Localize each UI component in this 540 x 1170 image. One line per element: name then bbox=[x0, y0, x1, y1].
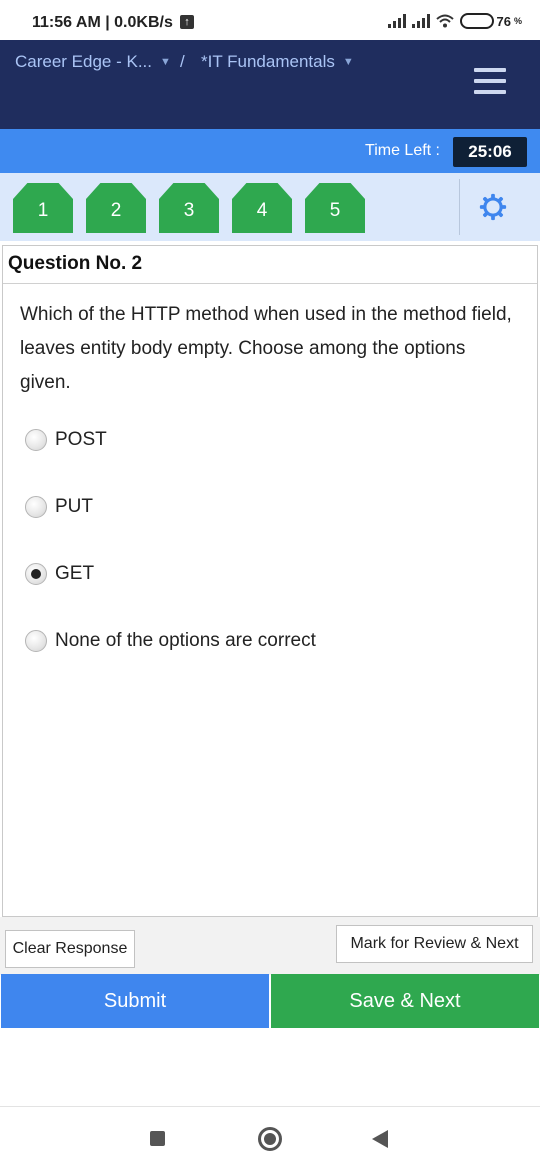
question-title: Question No. 2 bbox=[3, 246, 537, 284]
app-header: Career Edge - K... ▼ / *IT Fundamentals … bbox=[0, 40, 540, 129]
question-tab-1[interactable]: 1 bbox=[13, 183, 73, 233]
signal-icon bbox=[411, 14, 430, 28]
save-next-button[interactable]: Save & Next bbox=[271, 974, 539, 1028]
system-nav-bar bbox=[0, 1106, 540, 1170]
radio-button[interactable] bbox=[25, 496, 47, 518]
timer-bar: Time Left : 25:06 bbox=[0, 129, 540, 173]
option-label: POST bbox=[55, 429, 107, 450]
option-label: None of the options are correct bbox=[55, 630, 316, 651]
question-tab-5[interactable]: 5 bbox=[305, 183, 365, 233]
status-bar: 11:56 AM | 0.0KB/s ↑ 76% bbox=[0, 0, 540, 44]
status-time: 11:56 AM | 0.0KB/s bbox=[32, 14, 173, 31]
recent-apps-icon[interactable] bbox=[150, 1131, 165, 1146]
battery-indicator: 76% bbox=[459, 13, 522, 29]
battery-level: 76 bbox=[496, 13, 511, 29]
question-tab-4[interactable]: 4 bbox=[232, 183, 292, 233]
breadcrumb-section[interactable]: *IT Fundamentals ▼ bbox=[201, 52, 354, 72]
question-text: Which of the HTTP method when used in th… bbox=[20, 304, 512, 393]
breadcrumb-course-label: Career Edge - K... bbox=[15, 52, 153, 71]
option-put[interactable]: PUT bbox=[25, 496, 93, 518]
wifi-icon bbox=[435, 14, 454, 28]
option-label: PUT bbox=[55, 496, 93, 517]
question-tab-2[interactable]: 2 bbox=[86, 183, 146, 233]
option-label: GET bbox=[55, 563, 95, 584]
gear-icon[interactable] bbox=[478, 192, 508, 222]
upload-arrow-icon: ↑ bbox=[180, 15, 194, 29]
option-post[interactable]: POST bbox=[25, 429, 107, 451]
time-left-label: Time Left : bbox=[365, 142, 440, 159]
option-get[interactable]: GET bbox=[25, 563, 94, 585]
breadcrumb-separator: / bbox=[180, 52, 185, 71]
status-icons: 76% bbox=[387, 13, 522, 29]
divider bbox=[459, 179, 460, 235]
question-nav-strip: 1 2 3 4 5 bbox=[0, 173, 540, 241]
radio-button-selected[interactable] bbox=[25, 563, 47, 585]
breadcrumb-course[interactable]: Career Edge - K... ▼ bbox=[15, 52, 171, 72]
clear-response-button[interactable]: Clear Response bbox=[5, 930, 135, 968]
radio-button[interactable] bbox=[25, 630, 47, 652]
radio-button[interactable] bbox=[25, 429, 47, 451]
battery-icon bbox=[459, 13, 494, 29]
question-tab-3[interactable]: 3 bbox=[159, 183, 219, 233]
submit-button[interactable]: Submit bbox=[1, 974, 269, 1028]
signal-icon bbox=[387, 14, 406, 28]
option-none[interactable]: None of the options are correct bbox=[25, 630, 316, 652]
home-icon[interactable] bbox=[258, 1127, 282, 1151]
chevron-down-icon: ▼ bbox=[160, 56, 171, 68]
time-left-value: 25:06 bbox=[453, 137, 527, 167]
hamburger-menu-icon[interactable] bbox=[474, 68, 506, 94]
back-icon[interactable] bbox=[372, 1130, 388, 1148]
chevron-down-icon: ▼ bbox=[342, 56, 354, 68]
question-panel: Question No. 2 Which of the HTTP method … bbox=[2, 245, 538, 917]
mark-for-review-button[interactable]: Mark for Review & Next bbox=[336, 925, 533, 963]
breadcrumb-section-label: *IT Fundamentals bbox=[201, 52, 335, 71]
battery-unit: % bbox=[513, 16, 522, 26]
